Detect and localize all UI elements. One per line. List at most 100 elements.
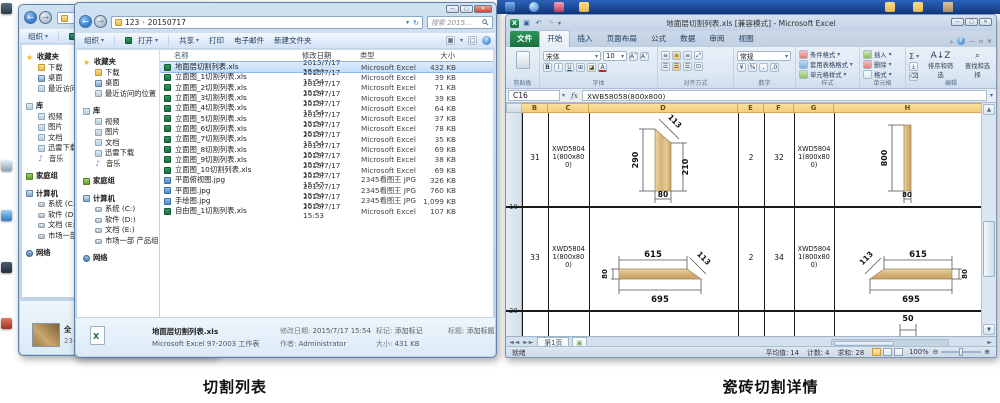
taskbar-item-icon[interactable] [943, 2, 953, 12]
breadcrumb-root[interactable]: 123 [125, 18, 139, 27]
maximize-button[interactable]: ▢ [460, 5, 473, 13]
align-right-icon[interactable]: ☰ [683, 62, 692, 71]
excel-logo-icon[interactable]: X [510, 19, 519, 28]
normal-view-icon[interactable] [872, 348, 881, 356]
border-button[interactable]: ⊞ [576, 63, 585, 72]
name-box-dropdown-icon[interactable]: ▾ [562, 92, 565, 99]
desktop-icon[interactable] [1, 262, 12, 273]
page-layout-view-icon[interactable] [883, 348, 892, 356]
underline-button[interactable]: U [565, 63, 574, 72]
sidebar-group-computer[interactable]: 计算机 [83, 194, 159, 205]
address-bar[interactable]: 123 › 20150717 ▾↻ [111, 16, 423, 29]
tab-page-layout[interactable]: 页面布局 [600, 31, 644, 47]
cell-C20[interactable]: XWD58041(800x800) [550, 245, 587, 270]
cell-E20[interactable]: 2 [738, 253, 764, 262]
forward-icon[interactable]: → [39, 11, 52, 24]
italic-button[interactable]: I [554, 63, 563, 72]
minimize-button[interactable]: — [951, 18, 964, 26]
sidebar-item-drive-e[interactable]: 文档 (E:) [83, 225, 159, 236]
number-format-select[interactable]: 常规▾ [737, 51, 791, 61]
cell-B20[interactable]: 33 [522, 253, 548, 262]
column-header-G[interactable]: G [794, 103, 834, 113]
sidebar-item-share[interactable]: 市场一部 产品组（专用） [83, 236, 159, 247]
sheet-nav-icons[interactable]: ◄◄ ►► [509, 339, 534, 346]
column-header-E[interactable]: E [738, 103, 764, 113]
tab-insert[interactable]: 插入 [570, 31, 599, 47]
sidebar-item-downloads[interactable]: 下载 [83, 68, 159, 79]
align-top-icon[interactable]: ≡ [661, 51, 670, 60]
tab-home[interactable]: 开始 [539, 30, 570, 47]
back-icon[interactable]: ← [24, 11, 37, 24]
cell-G19[interactable]: XWD58041(800x800) [796, 145, 832, 170]
column-header-D[interactable]: D [589, 103, 738, 113]
taskbar-folder-icon[interactable] [913, 2, 923, 12]
refresh-icon[interactable]: ↻ [413, 19, 419, 27]
orientation-icon[interactable]: ⤢ [694, 51, 703, 60]
zoom-slider[interactable] [941, 351, 981, 353]
minimize-button[interactable]: — [446, 5, 459, 13]
decimal-icons[interactable]: .0 [770, 63, 779, 72]
taskbar-folder-icon[interactable] [885, 2, 895, 12]
sidebar-item-drive-c[interactable]: 系统 (C:) [83, 204, 159, 215]
details-tags[interactable]: 添加标记 [395, 327, 423, 335]
column-header-H[interactable]: H [834, 103, 982, 113]
search-input[interactable]: 搜索 2015... [427, 16, 493, 29]
close-button[interactable]: ✕ [979, 18, 992, 26]
cell-E19[interactable]: 2 [738, 153, 764, 162]
column-header-C[interactable]: C [548, 103, 589, 113]
column-name[interactable]: 名称 [174, 51, 302, 61]
font-size-select[interactable]: 10▾ [603, 51, 627, 61]
tab-view[interactable]: 视图 [732, 31, 761, 47]
sidebar-item-thunder[interactable]: 迅雷下载 [83, 148, 159, 159]
collapse-ribbon-icon[interactable]: ▵ [950, 38, 953, 45]
formula-expand-icon[interactable]: ▾ [990, 92, 993, 99]
organize-button[interactable]: 组织▾ [28, 31, 48, 42]
sidebar-group-network[interactable]: 网络 [83, 253, 159, 264]
column-header-B[interactable]: B [522, 103, 548, 113]
sidebar-group-homegroup[interactable]: 家庭组 [83, 176, 159, 187]
sidebar-item-music[interactable]: ♪音乐 [83, 159, 159, 170]
conditional-format-button[interactable]: 条件格式▾ [799, 50, 856, 59]
close-button[interactable]: ✕ [474, 5, 492, 13]
help-icon[interactable]: ? [957, 37, 965, 45]
name-box[interactable]: C16 [508, 90, 560, 101]
align-left-icon[interactable]: ☰ [661, 62, 670, 71]
taskbar-browser-icon[interactable] [529, 2, 539, 12]
insert-cells-button[interactable]: 插入▾ [863, 50, 902, 59]
comma-icon[interactable]: , [759, 63, 768, 72]
currency-icon[interactable]: ¥ [737, 63, 746, 72]
cell-F20[interactable]: 34 [764, 253, 794, 262]
save-icon[interactable]: ▣ [522, 19, 531, 28]
breadcrumb-folder[interactable]: 20150717 [148, 18, 186, 27]
cell-F19[interactable]: 32 [764, 153, 794, 162]
cell-C19[interactable]: XWD58041(800x800) [550, 145, 587, 170]
shrink-font-icon[interactable]: A˅ [640, 52, 649, 61]
zoom-out-icon[interactable]: ⊖ [933, 348, 939, 356]
desktop-icon[interactable] [1, 318, 12, 329]
percent-icon[interactable]: % [748, 63, 757, 72]
print-button[interactable]: 打印 [209, 35, 224, 46]
taskbar-window-icon[interactable] [505, 2, 515, 12]
format-as-table-button[interactable]: 套用表格格式▾ [799, 60, 856, 69]
desktop-icon[interactable] [1, 210, 12, 221]
tab-data[interactable]: 数据 [673, 31, 702, 47]
email-button[interactable]: 电子邮件 [234, 35, 264, 46]
delete-cells-button[interactable]: 删除▾ [863, 60, 902, 69]
zoom-slider-thumb[interactable] [959, 348, 963, 356]
bold-button[interactable]: B [543, 63, 552, 72]
align-center-icon[interactable]: ☰ [672, 62, 681, 71]
merge-center-icon[interactable]: ⊡ [694, 62, 703, 71]
find-select-button[interactable]: 查找和选择 [962, 61, 993, 79]
tab-file[interactable]: 文件 [510, 31, 539, 47]
redo-icon[interactable]: ↷ [546, 19, 555, 28]
tab-formulas[interactable]: 公式 [644, 31, 673, 47]
undo-icon[interactable]: ↶ [534, 19, 543, 28]
font-color-button[interactable]: A [598, 63, 607, 72]
sidebar-group-libraries[interactable]: 库 [83, 106, 159, 117]
formula-input[interactable]: XWB58058(800x800) [582, 90, 987, 101]
align-middle-icon[interactable]: ≡ [672, 51, 681, 60]
sidebar-item-recent[interactable]: 最近访问的位置 [83, 89, 159, 100]
autosum-button[interactable]: Σ▾ [909, 52, 919, 61]
align-bottom-icon[interactable]: ≡ [683, 51, 692, 60]
qat-dropdown-icon[interactable]: ▾ [558, 20, 561, 27]
